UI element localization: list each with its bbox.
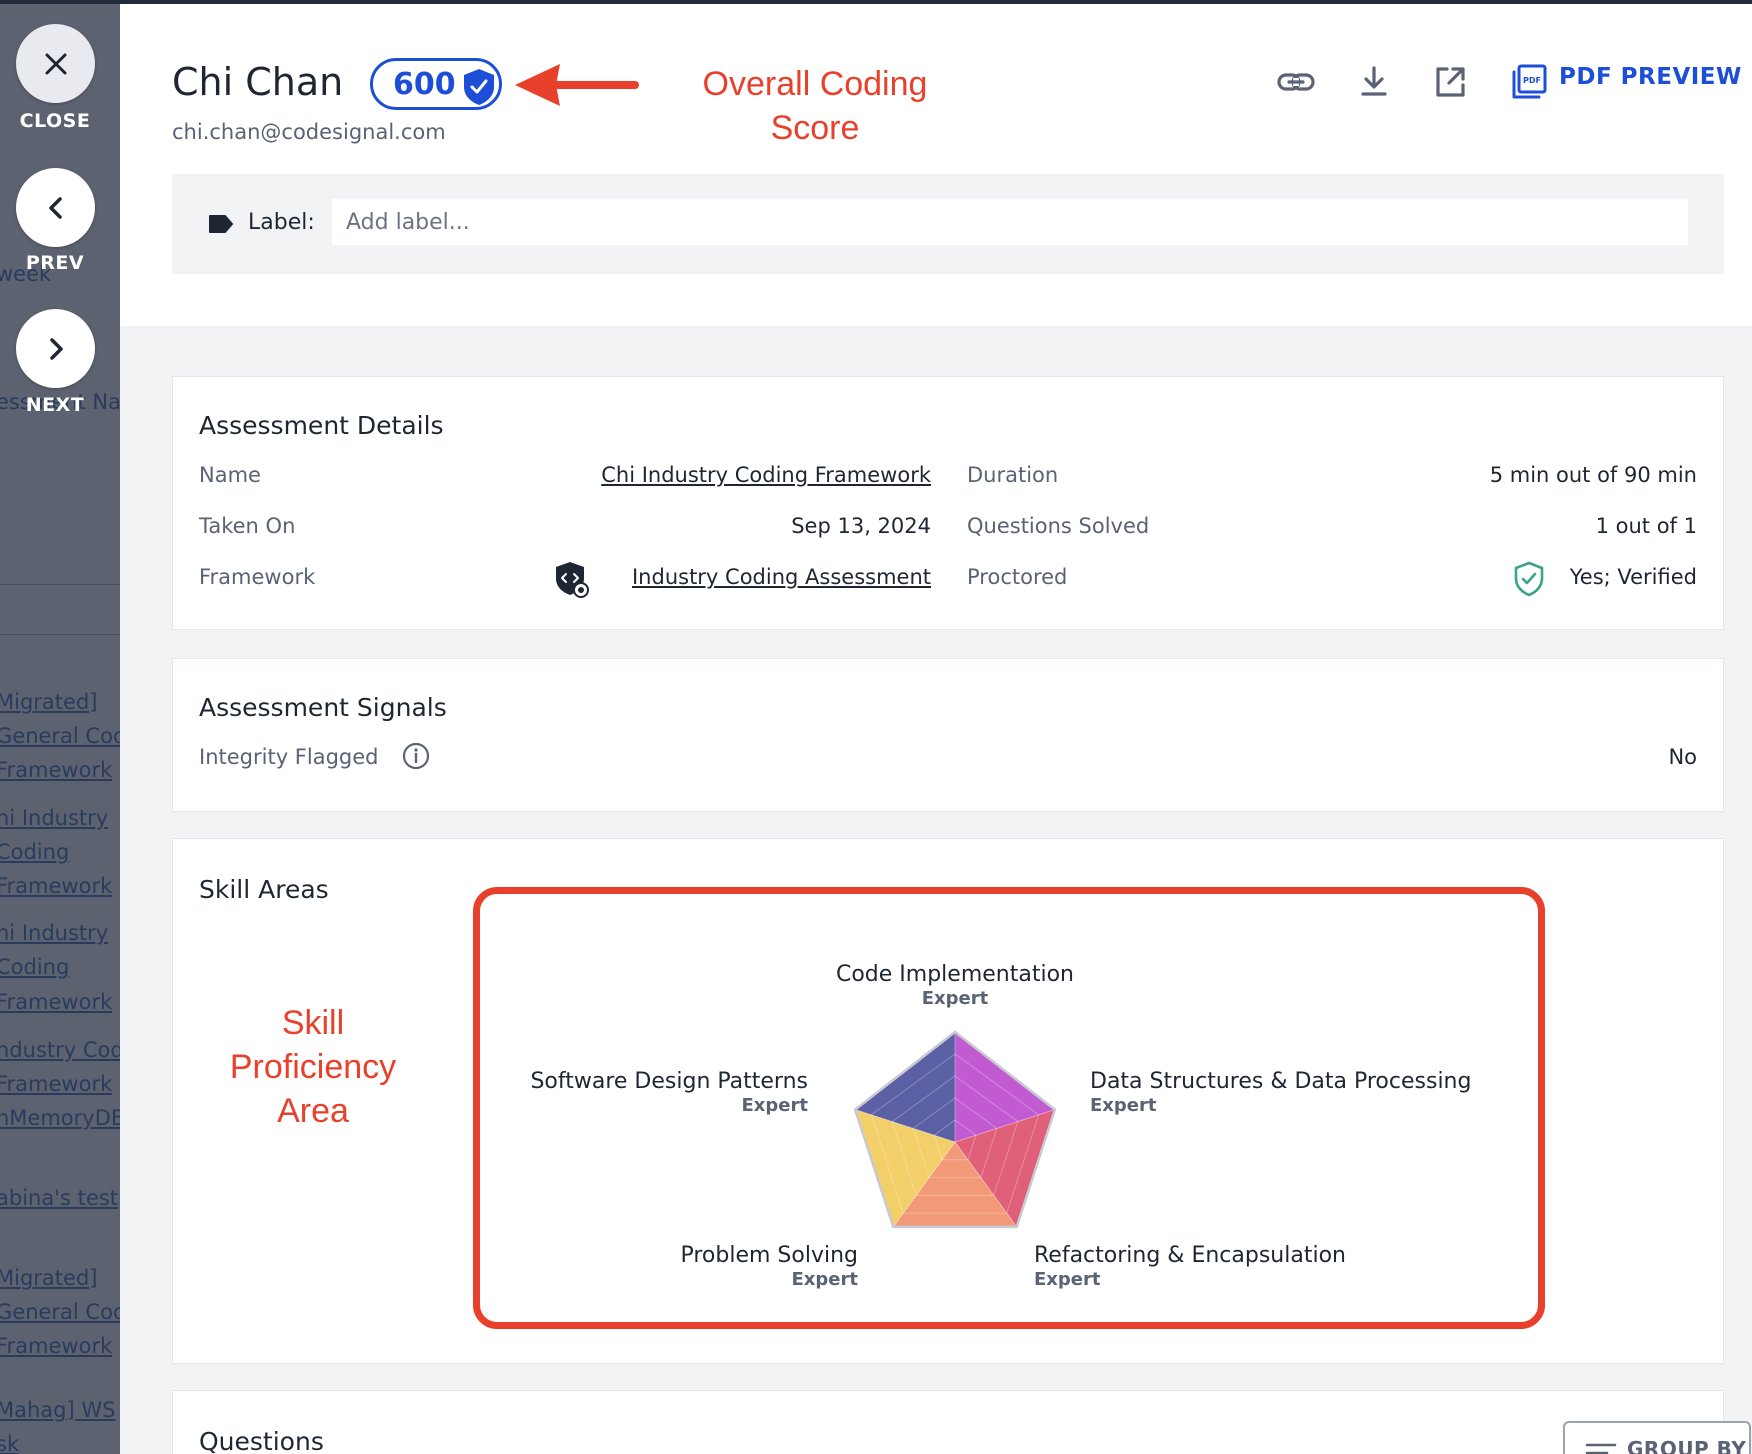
close-icon	[45, 53, 66, 74]
axis-name-refactoring: Refactoring & Encapsulation	[1034, 1243, 1346, 1268]
background-link: hi Industry	[0, 921, 109, 945]
score-annotation: Overall Coding Score	[702, 65, 928, 147]
axis-name-data-structures: Data Structures & Data Processing	[1090, 1069, 1472, 1094]
navigation-strip: week essment Nam Migrated] General Codi …	[0, 4, 120, 1454]
label-input[interactable]	[332, 199, 1688, 245]
group-by-label: GROUP BY	[1627, 1437, 1747, 1454]
detail-label: Name	[199, 463, 261, 487]
prev-button[interactable]	[16, 168, 95, 247]
link-icon	[1277, 73, 1315, 91]
skill-annotation-frame: Code Implementation Expert Data Structur…	[473, 887, 1545, 1329]
axis-name-software-design: Software Design Patterns	[530, 1069, 808, 1094]
close-label: CLOSE	[19, 110, 91, 132]
detail-label: Duration	[967, 463, 1059, 487]
open-external-button[interactable]	[1428, 60, 1472, 104]
background-link: hi Industry	[0, 806, 109, 830]
background-link: abina's test	[0, 1186, 118, 1210]
background-link: Framework	[0, 758, 113, 782]
pdf-preview-button[interactable]: PDF PREVIEW	[1559, 64, 1742, 90]
assessment-name-link[interactable]: Chi Industry Coding Framework	[601, 463, 931, 487]
axis-name-code-implementation: Code Implementation	[835, 962, 1074, 987]
framework-link[interactable]: Industry Coding Assessment	[632, 565, 931, 589]
next-button[interactable]	[16, 309, 95, 388]
axis-level: Expert	[741, 1095, 808, 1116]
divider	[0, 634, 120, 635]
shield-check-icon	[464, 69, 494, 105]
candidate-email: chi.chan@codesignal.com	[172, 120, 446, 144]
coding-score-value: 600	[393, 67, 456, 102]
card-title: Questions	[199, 1427, 324, 1454]
integrity-flagged-value: No	[1668, 745, 1697, 769]
copy-link-button[interactable]	[1274, 60, 1318, 104]
background-link: ndustry Cod	[0, 1038, 120, 1062]
verified-shield-icon	[1514, 561, 1544, 597]
next-label: NEXT	[25, 394, 85, 416]
detail-label: Questions Solved	[967, 514, 1150, 538]
pdf-icon: PDF	[1512, 64, 1547, 99]
chevron-right-icon	[49, 337, 63, 360]
background-link: sk	[0, 1432, 20, 1454]
candidate-report-panel: Chi Chan 600 chi.chan@codesignal.com Ove…	[120, 4, 1752, 1454]
close-button[interactable]	[16, 24, 95, 103]
label-section: Label:	[172, 174, 1724, 274]
annotation-arrow	[515, 64, 639, 106]
axis-level: Expert	[1034, 1269, 1101, 1290]
download-icon	[1361, 66, 1387, 96]
prev-label: PREV	[25, 252, 85, 274]
background-link: nMemoryDB	[0, 1106, 120, 1130]
proctored-value: Yes; Verified	[1569, 565, 1697, 589]
pdf-preview-icon-button[interactable]: PDF	[1507, 60, 1551, 104]
taken-on-value: Sep 13, 2024	[791, 514, 931, 538]
detail-label: Framework	[199, 565, 316, 589]
skill-annotation: Skill Proficiency Area	[229, 1004, 397, 1130]
axis-level: Expert	[921, 988, 989, 1009]
integrity-flagged-label: Integrity Flagged	[199, 745, 379, 769]
duration-value: 5 min out of 90 min	[1489, 463, 1697, 487]
background-link: Migrated]	[0, 690, 98, 714]
background-link: Coding	[0, 840, 70, 864]
background-link: Framework	[0, 1072, 113, 1096]
background-link: General Codi	[0, 724, 120, 748]
card-title: Skill Areas	[199, 875, 329, 904]
report-header: Chi Chan 600 chi.chan@codesignal.com Ove…	[120, 4, 1752, 326]
detail-label: Proctored	[967, 565, 1068, 589]
filter-lines-icon	[1585, 1443, 1617, 1454]
axis-level: Expert	[1090, 1095, 1157, 1116]
external-link-icon	[1436, 67, 1465, 97]
background-link: Framework	[0, 1334, 113, 1358]
svg-text:PDF: PDF	[1523, 76, 1541, 85]
label-key: Label:	[248, 210, 315, 235]
assessment-signals-card: Assessment Signals Integrity Flagged No	[172, 658, 1724, 812]
background-link: Framework	[0, 874, 113, 898]
axis-name-problem-solving: Problem Solving	[680, 1243, 858, 1268]
info-icon[interactable]	[401, 741, 431, 771]
detail-label: Taken On	[199, 514, 296, 538]
background-link: Migrated]	[0, 1266, 98, 1290]
skill-radar-chart	[850, 1030, 1060, 1232]
card-title: Assessment Details	[199, 411, 444, 440]
background-link: Coding	[0, 955, 70, 979]
questions-card: Questions GROUP BY	[172, 1390, 1751, 1454]
background-link: Framework	[0, 990, 113, 1014]
coding-score-badge[interactable]: 600	[370, 58, 502, 110]
divider	[0, 584, 120, 585]
questions-solved-value: 1 out of 1	[1595, 514, 1697, 538]
framework-shield-icon	[556, 562, 589, 598]
card-title: Assessment Signals	[199, 693, 447, 722]
background-link: Mahag] WS	[0, 1398, 116, 1422]
group-by-button[interactable]: GROUP BY	[1563, 1421, 1751, 1454]
background-link: General Codi	[0, 1300, 120, 1324]
assessment-details-card: Assessment Details Name Chi Industry Cod…	[172, 376, 1724, 630]
candidate-name: Chi Chan	[172, 60, 344, 104]
skill-areas-card: Skill Areas Skill Proficiency Area Code …	[172, 838, 1724, 1364]
tag-icon	[209, 215, 233, 233]
axis-level: Expert	[791, 1269, 858, 1290]
chevron-left-icon	[48, 196, 62, 219]
download-button[interactable]	[1352, 60, 1396, 104]
